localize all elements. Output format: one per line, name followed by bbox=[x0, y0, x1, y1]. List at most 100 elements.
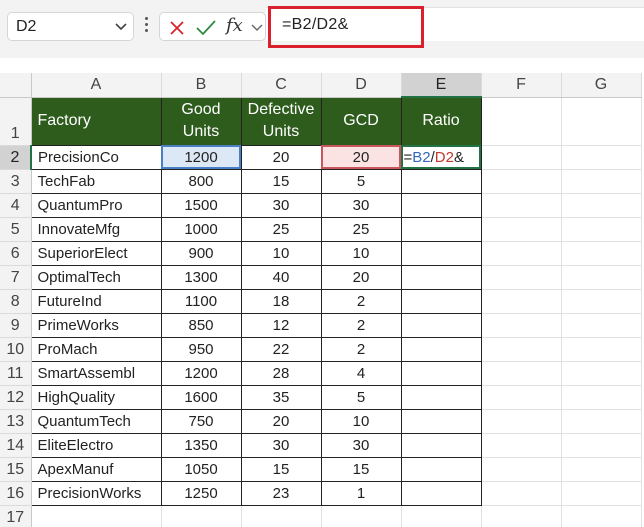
gcd-cell[interactable]: 30 bbox=[320, 432, 402, 458]
empty-cell[interactable] bbox=[561, 433, 642, 458]
good-units-cell[interactable]: 1350 bbox=[160, 432, 242, 458]
empty-cell[interactable] bbox=[561, 481, 642, 506]
defective-units-cell[interactable]: 20 bbox=[240, 408, 322, 434]
row-header[interactable]: 3 bbox=[0, 169, 32, 194]
defective-units-cell[interactable]: 20 bbox=[240, 144, 322, 170]
empty-cell[interactable] bbox=[561, 409, 642, 434]
empty-cell[interactable] bbox=[241, 505, 322, 527]
row-header[interactable]: 5 bbox=[0, 217, 32, 242]
factory-cell[interactable]: EliteElectro bbox=[30, 432, 162, 458]
column-header-b[interactable]: B bbox=[161, 73, 242, 98]
defective-units-cell[interactable]: 18 bbox=[240, 288, 322, 314]
empty-cell[interactable] bbox=[561, 505, 642, 527]
gcd-cell[interactable]: 5 bbox=[320, 168, 402, 194]
factory-cell[interactable]: FutureInd bbox=[30, 288, 162, 314]
empty-cell[interactable] bbox=[481, 169, 562, 194]
gcd-cell[interactable]: 2 bbox=[320, 288, 402, 314]
factory-cell[interactable]: ApexManuf bbox=[30, 456, 162, 482]
ratio-cell[interactable] bbox=[400, 168, 482, 194]
ratio-cell[interactable] bbox=[400, 288, 482, 314]
header-factory[interactable]: Factory bbox=[30, 96, 162, 146]
empty-cell[interactable] bbox=[561, 457, 642, 482]
vertical-dots-icon[interactable] bbox=[143, 15, 149, 37]
row-header[interactable]: 10 bbox=[0, 337, 32, 362]
row-header[interactable]: 13 bbox=[0, 409, 32, 434]
good-units-cell[interactable]: 1200 bbox=[160, 360, 242, 386]
gcd-cell[interactable]: 2 bbox=[320, 312, 402, 338]
empty-cell[interactable] bbox=[561, 361, 642, 386]
good-units-cell[interactable]: 1500 bbox=[160, 192, 242, 218]
column-header-a[interactable]: A bbox=[31, 73, 162, 98]
empty-cell[interactable] bbox=[481, 289, 562, 314]
defective-units-cell[interactable]: 40 bbox=[240, 264, 322, 290]
good-units-cell[interactable]: 800 bbox=[160, 168, 242, 194]
gcd-cell[interactable]: 10 bbox=[320, 240, 402, 266]
header-ratio[interactable]: Ratio bbox=[400, 96, 482, 146]
empty-cell[interactable] bbox=[481, 193, 562, 218]
defective-units-cell[interactable]: 15 bbox=[240, 168, 322, 194]
empty-cell[interactable] bbox=[481, 457, 562, 482]
empty-cell[interactable] bbox=[561, 289, 642, 314]
row-header[interactable]: 14 bbox=[0, 433, 32, 458]
row-header[interactable]: 2 bbox=[0, 145, 32, 170]
empty-cell[interactable] bbox=[401, 505, 482, 527]
check-icon[interactable] bbox=[195, 19, 217, 41]
factory-cell[interactable]: SmartAssembl bbox=[30, 360, 162, 386]
ratio-cell[interactable] bbox=[400, 408, 482, 434]
factory-cell[interactable]: TechFab bbox=[30, 168, 162, 194]
ratio-cell[interactable] bbox=[400, 456, 482, 482]
good-units-cell[interactable]: 1300 bbox=[160, 264, 242, 290]
gcd-cell[interactable]: 1 bbox=[320, 480, 402, 506]
column-header-d[interactable]: D bbox=[321, 73, 402, 98]
ratio-cell[interactable] bbox=[400, 264, 482, 290]
row-header[interactable]: 8 bbox=[0, 289, 32, 314]
factory-cell[interactable]: HighQuality bbox=[30, 384, 162, 410]
ratio-cell[interactable] bbox=[400, 192, 482, 218]
chevron-down-icon[interactable] bbox=[114, 19, 128, 37]
gcd-cell[interactable]: 15 bbox=[320, 456, 402, 482]
defective-units-cell[interactable]: 23 bbox=[240, 480, 322, 506]
column-header-g[interactable]: G bbox=[561, 73, 642, 98]
factory-cell[interactable]: SuperiorElect bbox=[30, 240, 162, 266]
column-header-e[interactable]: E bbox=[401, 73, 482, 98]
empty-cell[interactable] bbox=[561, 193, 642, 218]
row-header[interactable]: 16 bbox=[0, 481, 32, 506]
factory-cell[interactable]: OptimalTech bbox=[30, 264, 162, 290]
empty-cell[interactable] bbox=[481, 481, 562, 506]
good-units-cell[interactable]: 1000 bbox=[160, 216, 242, 242]
factory-cell[interactable]: QuantumTech bbox=[30, 408, 162, 434]
gcd-cell[interactable]: 2 bbox=[320, 336, 402, 362]
empty-cell[interactable] bbox=[561, 385, 642, 410]
ratio-cell[interactable] bbox=[400, 312, 482, 338]
empty-cell[interactable] bbox=[161, 505, 242, 527]
factory-cell[interactable]: InnovateMfg bbox=[30, 216, 162, 242]
row-header[interactable]: 7 bbox=[0, 265, 32, 290]
defective-units-cell[interactable]: 15 bbox=[240, 456, 322, 482]
header-gcd[interactable]: GCD bbox=[320, 96, 402, 146]
good-units-cell[interactable]: 1050 bbox=[160, 456, 242, 482]
empty-cell[interactable] bbox=[481, 97, 562, 146]
ratio-cell[interactable] bbox=[400, 360, 482, 386]
defective-units-cell[interactable]: 35 bbox=[240, 384, 322, 410]
ratio-cell[interactable] bbox=[400, 432, 482, 458]
header-good-units[interactable]: Good Units bbox=[160, 96, 242, 146]
defective-units-cell[interactable]: 30 bbox=[240, 192, 322, 218]
gcd-cell[interactable]: 25 bbox=[320, 216, 402, 242]
empty-cell[interactable] bbox=[561, 265, 642, 290]
row-header[interactable]: 15 bbox=[0, 457, 32, 482]
row-header[interactable]: 9 bbox=[0, 313, 32, 338]
good-units-cell[interactable]: 900 bbox=[160, 240, 242, 266]
gcd-cell[interactable]: 20 bbox=[320, 264, 402, 290]
defective-units-cell[interactable]: 22 bbox=[240, 336, 322, 362]
empty-cell[interactable] bbox=[561, 241, 642, 266]
ratio-cell-editing[interactable]: =B2/D2& bbox=[400, 144, 482, 170]
empty-cell[interactable] bbox=[561, 217, 642, 242]
empty-cell[interactable] bbox=[31, 505, 162, 527]
insert-function-button[interactable]: fx bbox=[226, 15, 243, 36]
empty-cell[interactable] bbox=[481, 217, 562, 242]
ratio-cell[interactable] bbox=[400, 384, 482, 410]
row-header[interactable]: 1 bbox=[0, 97, 32, 146]
defective-units-cell[interactable]: 25 bbox=[240, 216, 322, 242]
column-header-f[interactable]: F bbox=[481, 73, 562, 98]
factory-cell[interactable]: PrimeWorks bbox=[30, 312, 162, 338]
